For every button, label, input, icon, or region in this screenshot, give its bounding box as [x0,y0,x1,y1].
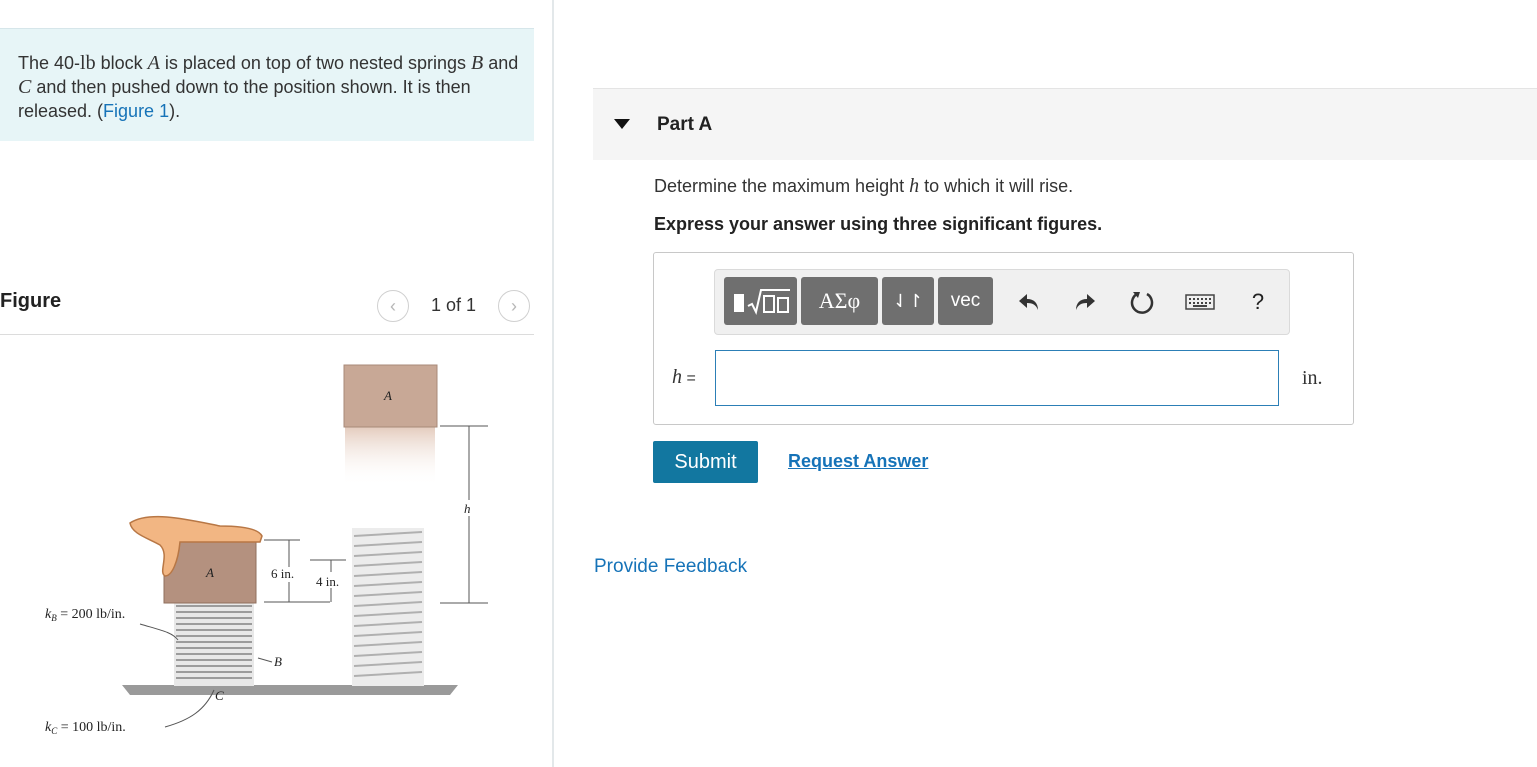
help-button[interactable]: ? [1241,285,1275,319]
redo-button[interactable] [1068,285,1102,319]
next-figure-button[interactable]: › [498,290,530,322]
vec-button[interactable]: vec [938,277,993,325]
spring-b-label: B [274,654,282,669]
problem-text: The 40-lb block A is placed on top of tw… [18,52,519,121]
reset-button[interactable] [1125,285,1159,319]
spring-b-c-right [352,528,424,686]
prev-figure-button[interactable]: ‹ [377,290,409,322]
six-inch-label: 6 in. [271,566,294,581]
figure-image: A 6 in. 4 in. A h kB = 200 lb/in. kC = 1… [45,364,488,736]
templates-button[interactable] [724,277,797,325]
arrows-button[interactable]: ⇃↾ [882,277,934,325]
greek-button[interactable]: ΑΣφ [801,277,878,325]
figure-pager: 1 of 1 [431,295,477,315]
templates-icon [733,289,790,315]
instruction-text: Express your answer using three signific… [654,214,1103,234]
part-a-title[interactable]: Part A [657,114,712,136]
answer-label: h = [672,366,696,388]
keyboard-icon [1185,294,1215,310]
question-text: Determine the maximum height h to which … [654,175,1074,197]
submit-button[interactable]: Submit [653,441,758,483]
motion-blur [345,426,435,486]
collapse-caret-icon[interactable] [614,119,630,129]
answer-input[interactable] [715,350,1279,406]
kc-label: kC = 100 lb/in. [45,720,126,736]
figure-divider [0,334,534,335]
h-dimension-label: h [464,501,471,516]
unit-label: in. [1302,367,1323,389]
pane-divider[interactable] [552,0,554,767]
chevron-left-icon: ‹ [390,295,396,316]
provide-feedback-link[interactable]: Provide Feedback [594,556,747,578]
spring-c-label: C [215,688,224,703]
undo-icon [1019,294,1038,310]
ground [122,685,458,695]
undo-button[interactable] [1012,285,1046,319]
problem-statement: The 40-lb block A is placed on top of tw… [0,28,534,141]
request-answer-link[interactable]: Request Answer [788,451,928,472]
chevron-right-icon: › [511,295,517,316]
four-inch-label: 4 in. [316,574,339,589]
figure-link[interactable]: Figure 1 [103,101,169,121]
figure-title: Figure [0,290,62,312]
block-a-top-label: A [383,388,392,403]
part-a-header[interactable] [593,88,1537,160]
keyboard-button[interactable] [1183,285,1217,319]
redo-icon [1076,294,1095,310]
reset-icon [1130,292,1154,314]
spring-b-c-left [174,602,254,686]
kb-label: kB = 200 lb/in. [45,607,125,623]
block-a-bottom-label: A [205,565,214,580]
